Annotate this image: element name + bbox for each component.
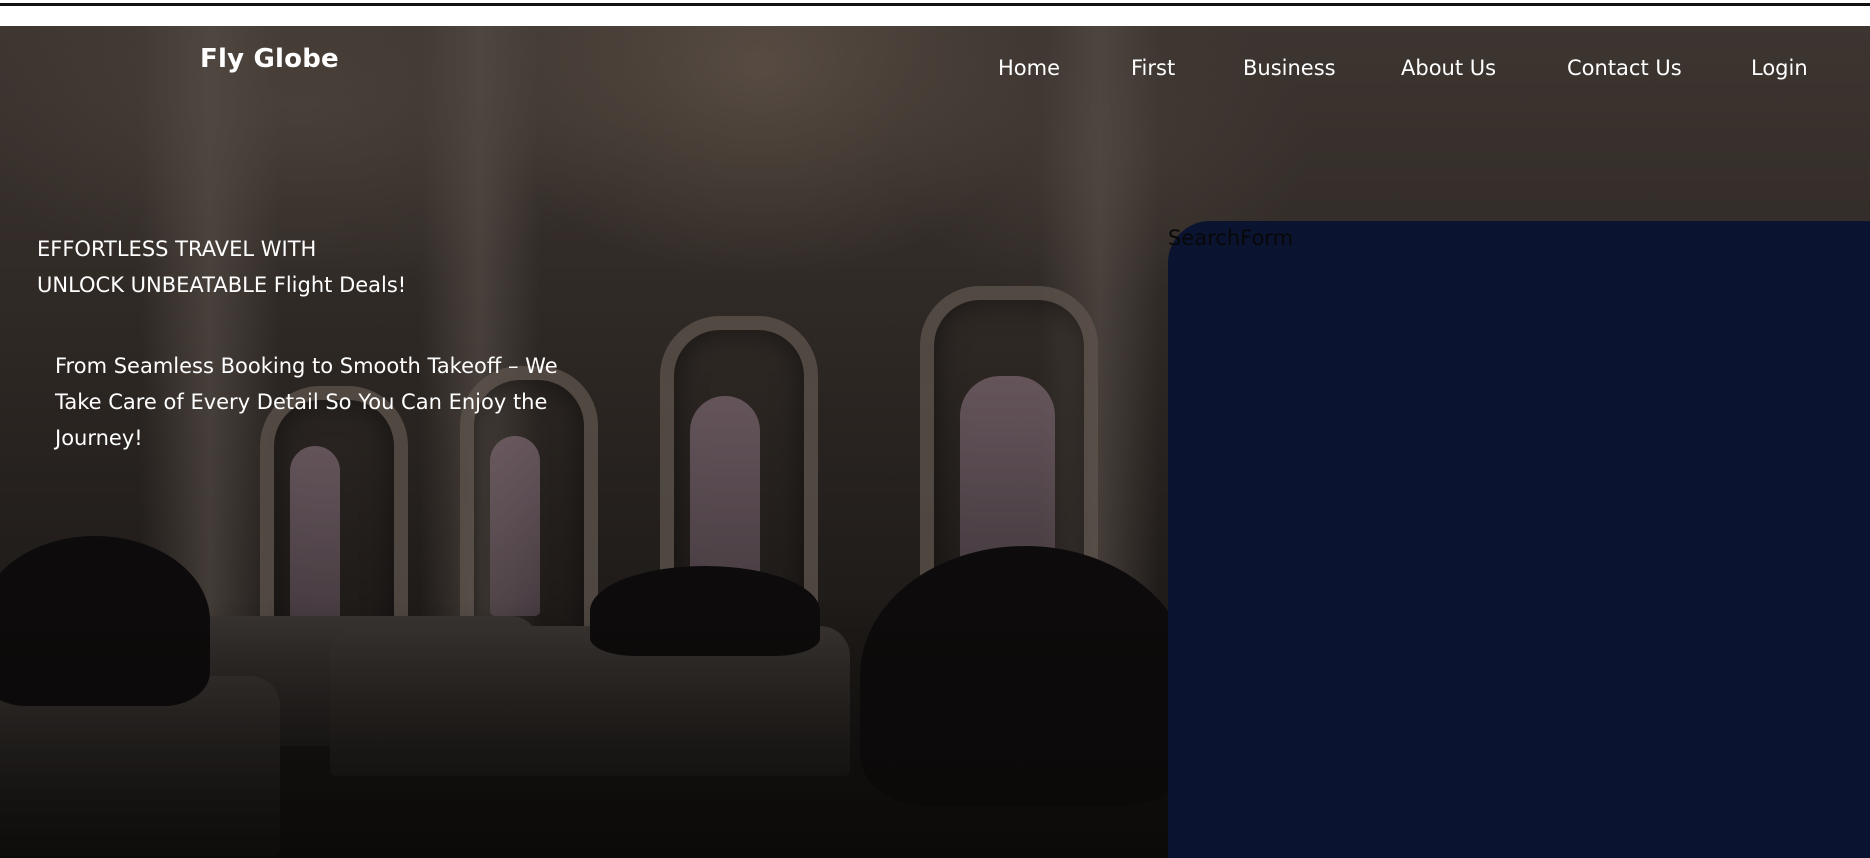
hero-section: Fly Globe Home First Business About Us C…: [0, 26, 1870, 858]
hero-heading: EFFORTLESS TRAVEL WITH UNLOCK UNBEATABLE…: [37, 231, 406, 303]
hero-subtitle: From Seamless Booking to Smooth Takeoff …: [55, 354, 558, 450]
nav-link-login[interactable]: Login: [1751, 56, 1808, 80]
search-form-panel[interactable]: [1168, 221, 1870, 858]
page-top-strip: [0, 0, 1870, 26]
top-navbar: Fly Globe Home First Business About Us C…: [0, 26, 1870, 98]
nav-link-contact-us[interactable]: Contact Us: [1567, 56, 1682, 80]
nav-link-first[interactable]: First: [1131, 56, 1175, 80]
hero-heading-line-2: UNLOCK UNBEATABLE Flight Deals!: [37, 273, 407, 297]
search-form-label: SearchForm: [1168, 226, 1294, 250]
hero-heading-line-1: EFFORTLESS TRAVEL WITH: [37, 237, 317, 261]
nav-link-business[interactable]: Business: [1243, 56, 1336, 80]
brand-logo[interactable]: Fly Globe: [200, 44, 339, 74]
nav-link-about-us[interactable]: About Us: [1401, 56, 1496, 80]
cabin-window: [490, 436, 540, 616]
top-border-line: [0, 3, 1870, 6]
cabin-pillar: [140, 26, 280, 626]
nav-link-home[interactable]: Home: [998, 56, 1060, 80]
